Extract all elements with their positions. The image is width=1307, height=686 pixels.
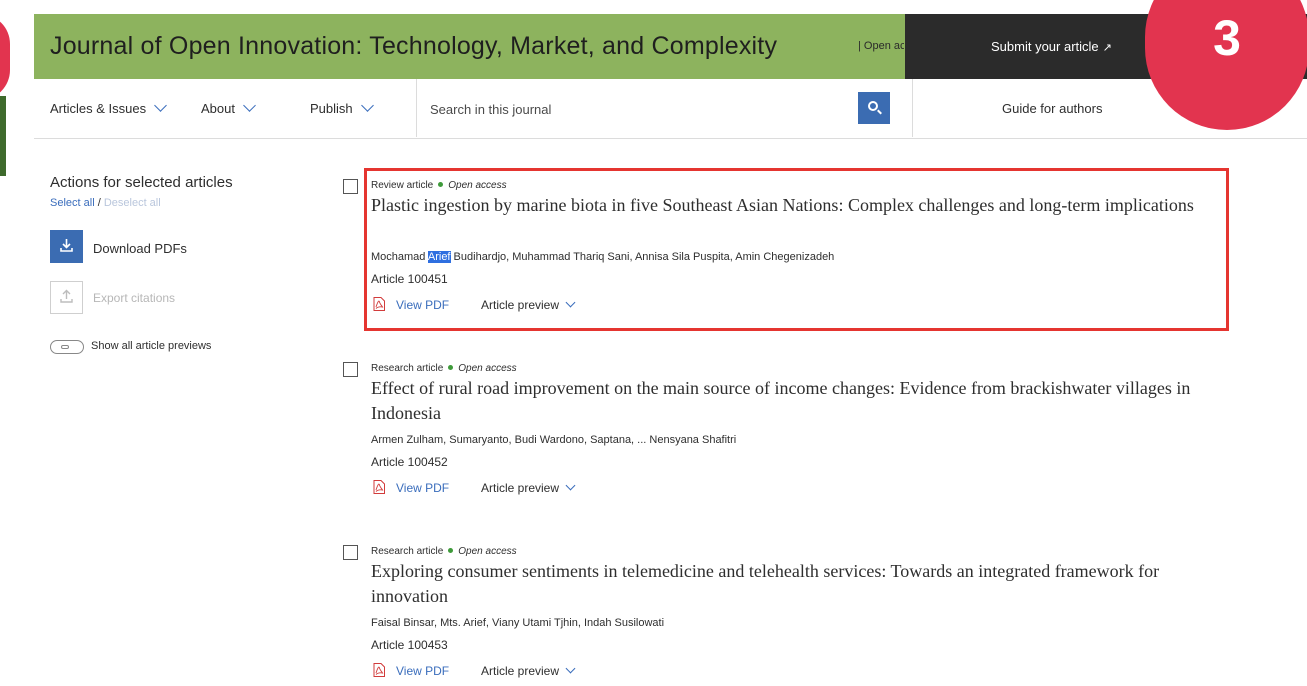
submit-article-text: Submit your article ↗: [991, 39, 1112, 54]
chevron-down-icon: [565, 480, 576, 491]
external-arrow-icon: ↗: [1102, 42, 1112, 54]
chevron-down-icon: [243, 99, 256, 112]
article-number: Article 100453: [371, 638, 448, 652]
article-item: Research article Open access Effect of ru…: [343, 362, 1243, 512]
pdf-icon: [373, 480, 385, 494]
article-checkbox[interactable]: [343, 545, 358, 560]
deselect-all-link[interactable]: Deselect all: [104, 197, 161, 209]
search-input[interactable]: [430, 98, 850, 120]
article-preview-toggle[interactable]: Article preview: [481, 480, 576, 495]
article-authors: Faisal Binsar, Mts. Arief, Viany Utami T…: [371, 617, 665, 629]
article-number: Article 100452: [371, 455, 448, 469]
access-label: Open access: [458, 363, 517, 374]
select-all-link[interactable]: Select all: [50, 197, 95, 209]
chevron-down-icon: [360, 99, 374, 112]
guide-for-authors-link[interactable]: Guide for authors: [1002, 101, 1102, 116]
download-pdfs-label[interactable]: Download PDFs: [93, 241, 187, 256]
search-icon-handle: [877, 109, 882, 115]
journal-title[interactable]: Journal of Open Innovation: Technology, …: [50, 32, 777, 61]
nav-publish-label: Publish: [310, 101, 353, 116]
selection-links: Select all / Deselect all: [50, 197, 161, 209]
export-citations-button[interactable]: [50, 281, 83, 314]
article-title-link[interactable]: Effect of rural road improvement on the …: [371, 376, 1211, 425]
nav-publish[interactable]: Publish: [310, 99, 374, 116]
access-label: Open access: [458, 546, 517, 557]
edge-decoration-red: [0, 14, 10, 100]
article-authors: Armen Zulham, Sumaryanto, Budi Wardono, …: [371, 434, 737, 446]
article-meta: Research article Open access: [371, 546, 517, 557]
separator: /: [97, 197, 101, 209]
actions-title: Actions for selected articles: [50, 174, 233, 191]
chevron-down-icon: [565, 663, 576, 674]
nav-articles-issues-label: Articles & Issues: [50, 101, 147, 116]
nav-articles-issues[interactable]: Articles & Issues: [50, 99, 167, 116]
article-meta: Research article Open access: [371, 363, 517, 374]
download-pdfs-button[interactable]: [50, 230, 83, 263]
journal-nav: Articles & Issues About Publish Guide fo…: [34, 79, 1307, 139]
submit-article-label: Submit your article: [991, 39, 1099, 54]
download-icon: [60, 239, 73, 252]
article-type: Research article: [371, 363, 444, 374]
article-preview-label: Article preview: [481, 664, 560, 678]
toggle-knob: [61, 345, 69, 349]
open-access-tag: | Open access: [858, 40, 904, 52]
page: Journal of Open Innovation: Technology, …: [0, 0, 1307, 686]
show-previews-toggle[interactable]: [50, 340, 84, 354]
search-button[interactable]: [858, 92, 890, 124]
journal-banner: Journal of Open Innovation: Technology, …: [34, 14, 905, 79]
export-icon: [60, 289, 73, 303]
view-pdf-link[interactable]: View PDF: [396, 664, 449, 678]
step-number: 3: [1213, 10, 1241, 66]
article-preview-label: Article preview: [481, 481, 560, 495]
nav-about-label: About: [201, 101, 235, 116]
article-checkbox[interactable]: [343, 362, 358, 377]
chevron-down-icon: [154, 99, 167, 112]
search-bar: [416, 79, 913, 137]
article-preview-toggle[interactable]: Article preview: [481, 663, 576, 678]
article-title-link[interactable]: Exploring consumer sentiments in telemed…: [371, 559, 1211, 608]
open-access-dot-icon: [448, 365, 454, 370]
nav-about[interactable]: About: [201, 99, 256, 116]
article-type: Research article: [371, 546, 444, 557]
pdf-icon: [373, 663, 385, 677]
highlight-annotation-box: [364, 168, 1229, 331]
article-item: Research article Open access Exploring co…: [343, 545, 1243, 686]
open-access-dot-icon: [448, 548, 454, 553]
journal-cover-edge: [0, 96, 6, 176]
export-citations-label[interactable]: Export citations: [93, 291, 175, 305]
view-pdf-link[interactable]: View PDF: [396, 481, 449, 495]
show-previews-label: Show all article previews: [91, 340, 212, 352]
article-checkbox[interactable]: [343, 179, 358, 194]
